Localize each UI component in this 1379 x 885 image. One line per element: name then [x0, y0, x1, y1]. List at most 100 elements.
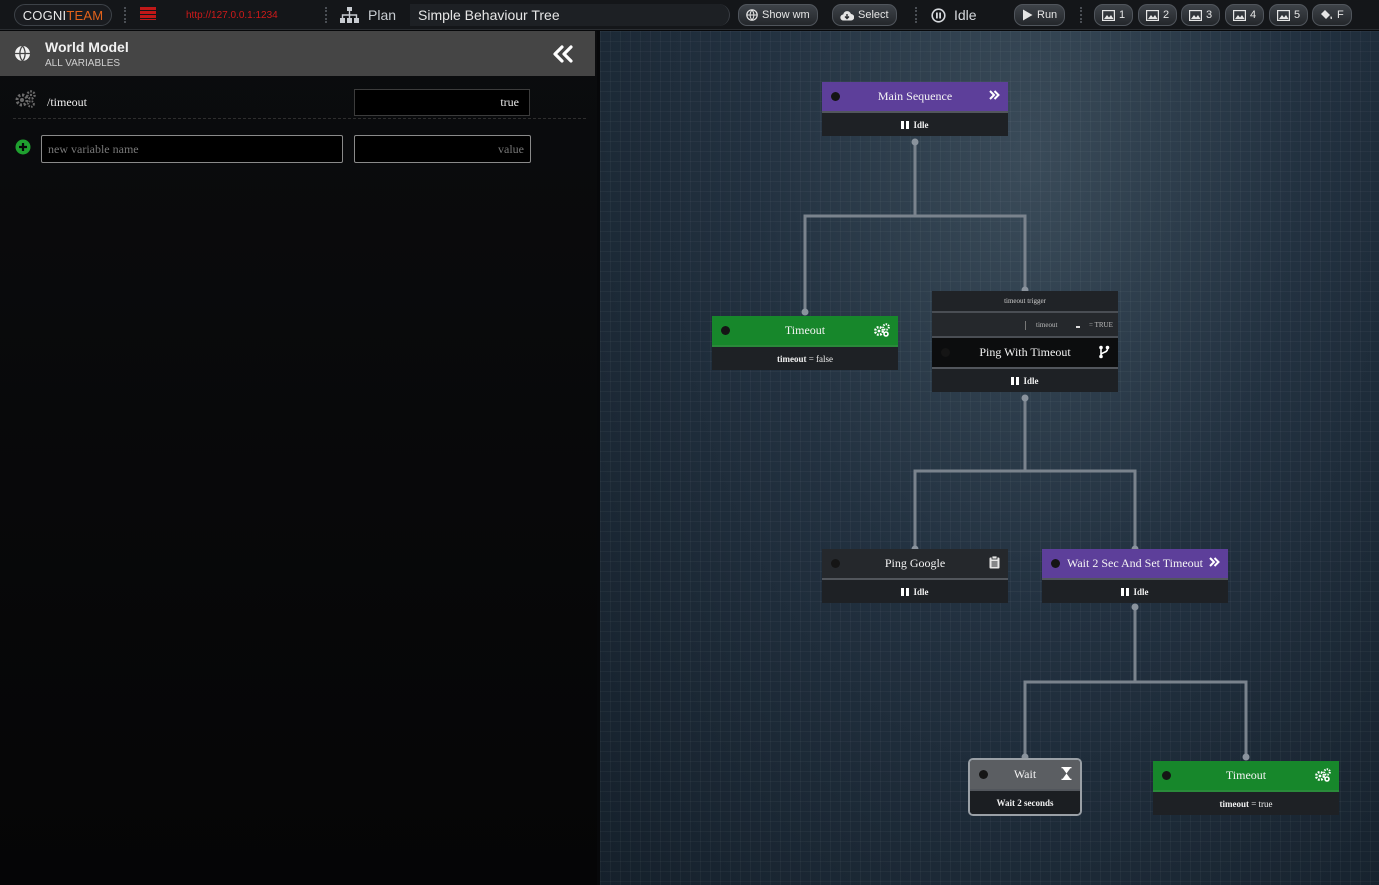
node-label: Timeout	[1225, 768, 1267, 782]
add-variable-icon[interactable]	[15, 139, 31, 155]
pause-circle-icon	[931, 7, 946, 23]
image-slot-label: 5	[1294, 9, 1301, 21]
node-label: Main Sequence	[877, 89, 953, 103]
node-header: Wait 2 Sec And Set Timeout	[1042, 549, 1228, 578]
node-status: Idle	[822, 578, 1008, 603]
pause-icon	[1121, 587, 1130, 596]
image-slot-button-3[interactable]: 3	[1181, 4, 1221, 26]
node-body-label: Wait 2 seconds	[996, 797, 1054, 808]
decorator-label: timeout trigger	[932, 291, 1118, 313]
node-port-dot	[979, 770, 988, 779]
logo-text-cogni: COGNI	[22, 7, 67, 23]
image-slot-button-1[interactable]: 1	[1094, 4, 1134, 26]
node-ping-google[interactable]: Ping Google Idle	[822, 549, 1008, 603]
node-header: Timeout	[1153, 761, 1339, 790]
node-label: Ping With Timeout	[979, 345, 1071, 359]
node-body-value: = true	[1248, 798, 1273, 809]
show-wm-label: Show wm	[762, 9, 810, 21]
node-wait[interactable]: Wait Wait 2 seconds	[968, 758, 1082, 816]
variable-name: /timeout	[47, 95, 87, 109]
node-port-dot	[831, 92, 840, 101]
plan-menu[interactable]: Plan	[368, 4, 396, 26]
image-slot-button-5[interactable]: 5	[1269, 4, 1309, 26]
node-status: Idle	[1042, 578, 1228, 603]
gears-icon	[874, 323, 890, 337]
node-port-dot	[1162, 771, 1171, 780]
clipboard-icon	[989, 556, 1000, 569]
tree-edges	[801, 138, 1250, 761]
node-main-sequence[interactable]: Main Sequence Idle	[822, 82, 1008, 136]
node-status-label: Idle	[1133, 586, 1149, 597]
pause-icon	[1011, 376, 1020, 385]
cloud-download-icon	[840, 10, 854, 21]
world-model-header: World Model ALL VARIABLES	[0, 31, 595, 76]
node-body-key: timeout	[1219, 798, 1249, 809]
image-icon	[1146, 9, 1159, 21]
image-slot-label: 1	[1119, 9, 1126, 21]
logo-text-team: TEAM	[66, 7, 104, 23]
decorator-operator	[1076, 326, 1080, 328]
connection-status-icon[interactable]	[140, 7, 156, 20]
server-url[interactable]: http://127.0.0.1:1234	[186, 4, 278, 26]
run-status: Idle	[931, 4, 977, 26]
node-status-label: Idle	[913, 586, 929, 597]
node-port-dot	[941, 348, 950, 357]
node-body-value: = false	[806, 353, 834, 364]
decorator-value: = TRUE	[1089, 321, 1113, 329]
run-button[interactable]: Run	[1014, 4, 1066, 26]
node-port-dot	[721, 326, 730, 335]
show-wm-button[interactable]: Show wm	[738, 4, 818, 26]
toolbar-divider	[915, 7, 917, 23]
double-chevron-right-icon	[1209, 557, 1220, 567]
select-label: Select	[858, 9, 889, 21]
edge-was-to-timeout-2	[1135, 680, 1248, 759]
paint-button[interactable]: F	[1312, 4, 1352, 26]
select-button[interactable]: Select	[832, 4, 897, 26]
node-body: timeout = false	[712, 345, 898, 370]
node-timeout-false[interactable]: Timeout timeout = false	[712, 316, 898, 370]
node-wait-and-set-timeout[interactable]: Wait 2 Sec And Set Timeout Idle	[1042, 549, 1228, 603]
node-status-label: Idle	[1023, 375, 1039, 386]
toolbar-divider	[1080, 7, 1082, 23]
image-slot-button-2[interactable]: 2	[1138, 4, 1178, 26]
image-slot-label: 2	[1163, 9, 1170, 21]
play-icon	[1023, 9, 1033, 21]
node-body-key: timeout	[776, 353, 807, 364]
edge-main-to-ping-with-timeout	[915, 214, 1027, 290]
variable-value-field[interactable]: true	[354, 89, 530, 116]
decorator-divider	[1025, 321, 1026, 330]
image-slot-button-4[interactable]: 4	[1225, 4, 1265, 26]
world-model-title: World Model	[45, 39, 129, 55]
node-header: Ping With Timeout	[932, 338, 1118, 367]
gears-icon	[15, 90, 36, 108]
new-variable-value-input[interactable]	[354, 135, 531, 163]
image-slot-label: 4	[1250, 9, 1257, 21]
node-status-label: Idle	[913, 119, 929, 130]
collapse-panel-icon[interactable]	[552, 45, 574, 63]
node-timeout-true[interactable]: Timeout timeout = true	[1153, 761, 1339, 815]
new-variable-name-input[interactable]	[41, 135, 343, 163]
edge-pwt-to-ping-google	[913, 398, 1027, 549]
top-toolbar: COGNI TEAM http://127.0.0.1:1234 Plan Sim…	[0, 0, 1379, 30]
node-label: Wait 2 Sec And Set Timeout	[1066, 556, 1204, 570]
globe-icon	[15, 45, 30, 62]
node-ping-with-timeout[interactable]: timeout trigger timeout = TRUE Ping With…	[932, 291, 1118, 392]
run-label: Run	[1037, 9, 1058, 21]
code-fork-icon	[1099, 345, 1110, 359]
edge-was-to-wait	[1023, 607, 1137, 759]
paint-label: F	[1337, 9, 1344, 21]
pause-icon	[901, 587, 910, 596]
world-model-subtitle: ALL VARIABLES	[45, 58, 121, 69]
tree-title-field[interactable]: Simple Behaviour Tree	[410, 4, 730, 26]
tree-canvas[interactable]: Main Sequence Idle Timeout timeout = fal…	[600, 31, 1379, 885]
node-port-dot	[1051, 559, 1060, 568]
image-slot-label: 3	[1206, 9, 1213, 21]
paint-bucket-icon	[1321, 10, 1333, 20]
node-label: Ping Google	[884, 556, 946, 570]
world-model-panel: World Model ALL VARIABLES /timeout true	[0, 31, 597, 885]
node-status: Idle	[932, 367, 1118, 392]
image-icon	[1277, 9, 1290, 21]
node-header: Ping Google	[822, 549, 1008, 578]
image-icon	[1102, 9, 1115, 21]
node-header: Main Sequence	[822, 82, 1008, 111]
